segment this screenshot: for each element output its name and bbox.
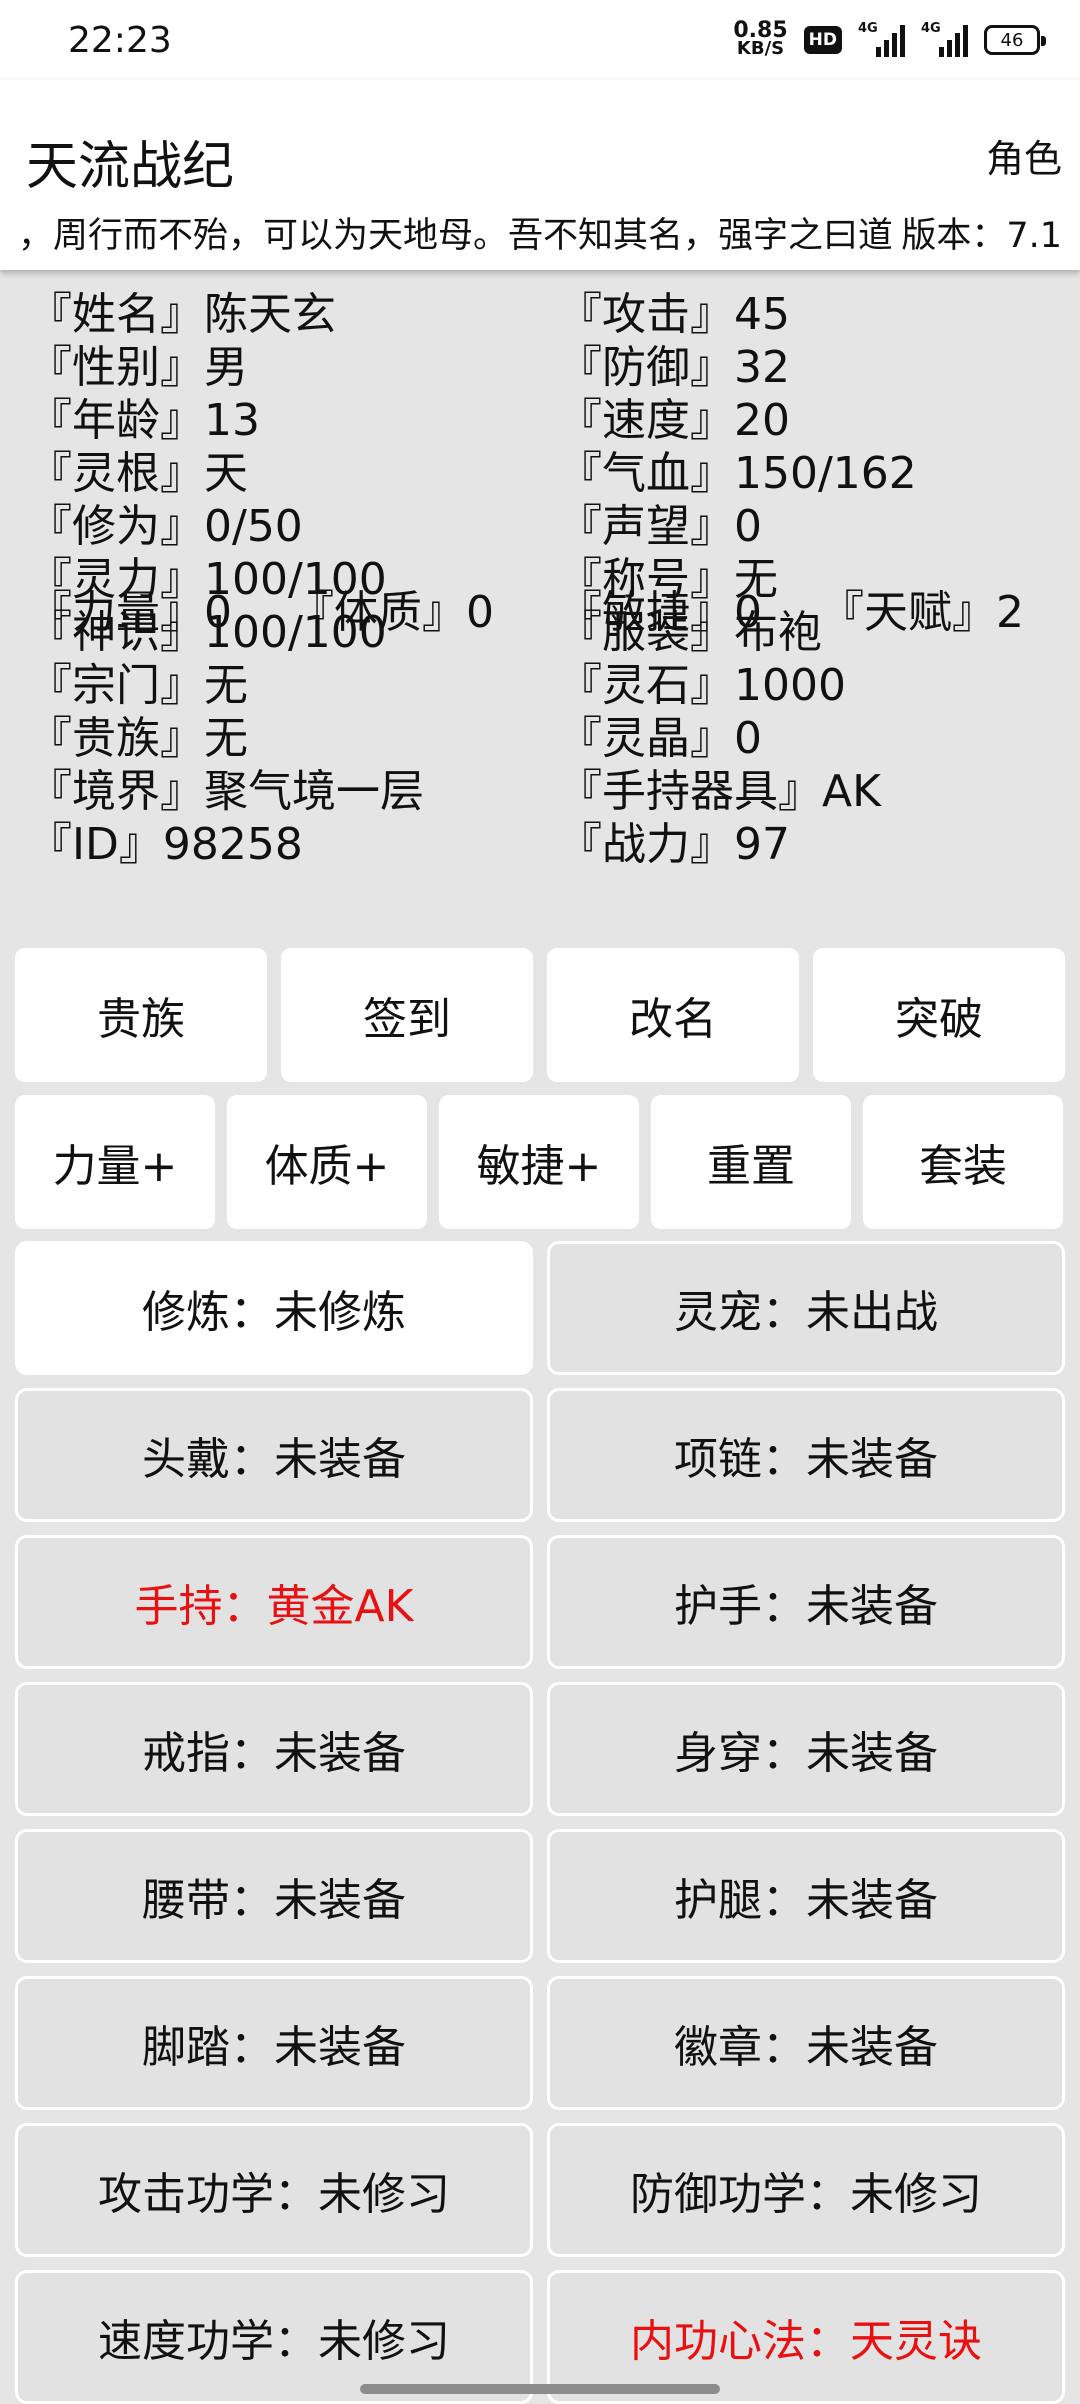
constitution-plus-button[interactable]: 体质+ (227, 1095, 427, 1229)
noble-button[interactable]: 贵族 (15, 948, 267, 1082)
role-link[interactable]: 角色 (986, 128, 1062, 183)
app-title: 天流战纪 (26, 137, 235, 197)
checkin-button[interactable]: 签到 (281, 948, 533, 1082)
stat-age: 『年龄』13 (28, 395, 260, 446)
gloves-slot[interactable]: 护手：未装备 (547, 1535, 1065, 1669)
rename-button[interactable]: 改名 (547, 948, 799, 1082)
stat-gender: 『性别』男 (28, 342, 248, 393)
stat-hp: 『气血』150/162 (558, 448, 917, 499)
clock: 22:23 (68, 19, 172, 61)
signal-4g-icon: 4G (858, 21, 905, 57)
status-icons: 0.85 KB/S HD 4G 4G 46 (733, 20, 1046, 59)
notice-bar: ，周行而不殆，可以为天地母。吾不知其名，强字之曰道 版本：7.1 (0, 204, 1080, 260)
app-header: 天流战纪 角色 ，周行而不殆，可以为天地母。吾不知其名，强字之曰道 版本：7.1 (0, 80, 1080, 270)
stat-id: 『ID』98258 (28, 819, 303, 870)
signal-4g-icon-2: 4G (921, 21, 968, 57)
battery-level: 46 (1000, 29, 1024, 51)
net-speed-unit: KB/S (736, 38, 785, 59)
head-slot[interactable]: 头戴：未装备 (15, 1388, 533, 1522)
signal-4g-label: 4G (858, 21, 878, 36)
stat-sect: 『宗门』无 (28, 660, 248, 711)
stat-cultivation: 『修为』0/50 (28, 501, 303, 552)
battery-icon: 46 (984, 25, 1046, 55)
ring-slot[interactable]: 戒指：未装备 (15, 1682, 533, 1816)
attack-skill-slot[interactable]: 攻击功学：未修习 (15, 2123, 533, 2257)
belt-slot[interactable]: 腰带：未装备 (15, 1829, 533, 1963)
stat-spirit-crystal: 『灵晶』0 (558, 713, 762, 764)
attr-constitution: 『体质』0 (290, 587, 494, 638)
scrolling-notice: ，周行而不殆，可以为天地母。吾不知其名，强字之曰道 (18, 215, 892, 256)
leggings-slot[interactable]: 护腿：未装备 (547, 1829, 1065, 1963)
attr-strength: 『力量』0 (28, 587, 232, 638)
home-indicator[interactable] (360, 2384, 720, 2394)
attr-talent: 『天赋』2 (820, 587, 1024, 638)
strength-plus-button[interactable]: 力量+ (15, 1095, 215, 1229)
badge-slot[interactable]: 徽章：未装备 (547, 1976, 1065, 2110)
signal-4g-label-2: 4G (921, 21, 941, 36)
attr-agility: 『敏捷』0 (558, 587, 762, 638)
reset-button[interactable]: 重置 (651, 1095, 851, 1229)
armor-slot[interactable]: 身穿：未装备 (547, 1682, 1065, 1816)
defense-skill-slot[interactable]: 防御功学：未修习 (547, 2123, 1065, 2257)
status-bar: 22:23 0.85 KB/S HD 4G 4G 46 (0, 0, 1080, 80)
hd-icon: HD (803, 26, 842, 54)
stat-spirit-stone: 『灵石』1000 (558, 660, 846, 711)
pet-slot[interactable]: 灵宠：未出战 (547, 1241, 1065, 1375)
stat-realm: 『境界』聚气境一层 (28, 766, 424, 817)
version-label: 版本：7.1 (901, 215, 1062, 256)
stats-left-column: 『姓名』陈天玄 『性别』男 『年龄』13 『灵根』天 『修为』0/50 『灵力』… (28, 288, 424, 871)
stat-combat-power: 『战力』97 (558, 819, 790, 870)
stat-reputation: 『声望』0 (558, 501, 762, 552)
weapon-slot[interactable]: 手持：黄金AK (15, 1535, 533, 1669)
stat-defense: 『防御』32 (558, 342, 790, 393)
cultivate-slot[interactable]: 修炼：未修炼 (15, 1241, 533, 1375)
set-button[interactable]: 套装 (863, 1095, 1063, 1229)
stat-held-item: 『手持器具』AK (558, 766, 881, 817)
stat-name: 『姓名』陈天玄 (28, 289, 336, 340)
stat-spirit-root: 『灵根』天 (28, 448, 248, 499)
stat-speed: 『速度』20 (558, 395, 790, 446)
necklace-slot[interactable]: 项链：未装备 (547, 1388, 1065, 1522)
breakthrough-button[interactable]: 突破 (813, 948, 1065, 1082)
attribute-row: 『力量』0 『体质』0 『敏捷』0 『天赋』2 (0, 585, 1080, 641)
stat-noble: 『贵族』无 (28, 713, 248, 764)
boots-slot[interactable]: 脚踏：未装备 (15, 1976, 533, 2110)
stat-attack: 『攻击』45 (558, 289, 790, 340)
agility-plus-button[interactable]: 敏捷+ (439, 1095, 639, 1229)
stats-right-column: 『攻击』45 『防御』32 『速度』20 『气血』150/162 『声望』0 『… (558, 288, 917, 871)
net-speed: 0.85 KB/S (733, 20, 787, 59)
